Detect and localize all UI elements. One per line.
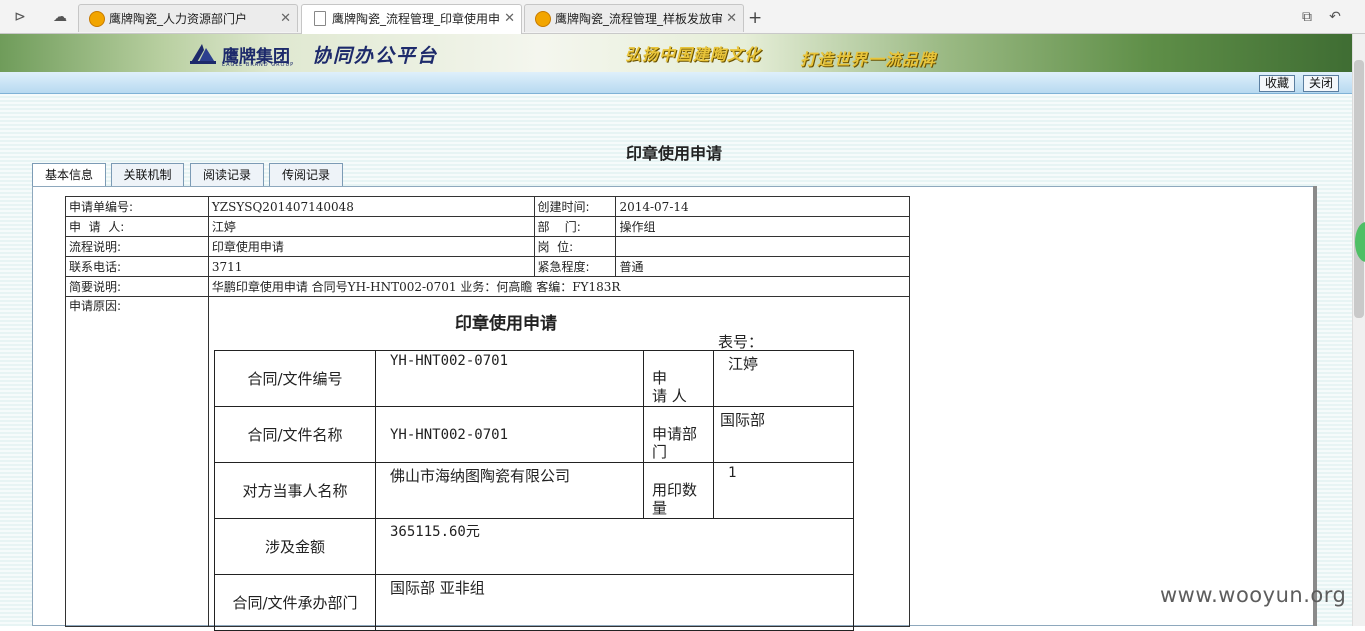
table-row: 对方当事人名称 佛山市海纳图陶瓷有限公司 用印数量 1 xyxy=(214,462,854,519)
request-no-label: 申请单编号: xyxy=(65,196,209,217)
site-favicon-icon xyxy=(535,11,551,27)
form-title: 印章使用申请 xyxy=(455,314,557,334)
table-row: 申 请 人: 江婷 部 门: 操作组 xyxy=(65,216,910,237)
urgency-label: 紧急程度: xyxy=(533,256,617,277)
new-tab-button[interactable]: + xyxy=(748,8,762,28)
amount-label: 涉及金额 xyxy=(214,518,376,575)
close-tab-icon[interactable]: ✕ xyxy=(280,5,291,32)
table-row: 涉及金额 365115.60元 xyxy=(214,518,854,575)
browser-tab-seal-request[interactable]: 鹰牌陶瓷_流程管理_印章使用申 ✕ xyxy=(301,4,522,34)
browser-tab-title: 鹰牌陶瓷_人力资源部门户 xyxy=(109,12,248,26)
summary-label: 简要说明: xyxy=(65,276,209,297)
flow-value: 印章使用申请 xyxy=(207,236,535,257)
tab-circulation-records[interactable]: 传阅记录 xyxy=(269,163,343,187)
undo-icon[interactable]: ↶ xyxy=(1325,8,1345,26)
cloud-icon[interactable]: ☁ xyxy=(50,8,70,26)
tab-linked-mechanism[interactable]: 关联机制 xyxy=(111,163,184,187)
seal-request-form: 合同/文件编号 YH-HNT002-0701 申 请 人 江婷 合同/文件名称 … xyxy=(214,350,854,631)
contract-name-label: 合同/文件名称 xyxy=(214,406,376,463)
scrollbar-thumb[interactable] xyxy=(1354,60,1364,318)
applicant-label: 申 请 人: xyxy=(65,216,209,237)
apply-dept-value: 国际部 xyxy=(713,406,854,463)
browser-tab-bar: ⊳ ☁ 鹰牌陶瓷_人力资源部门户 ✕ 鹰牌陶瓷_流程管理_印章使用申 ✕ 鹰牌陶… xyxy=(0,0,1365,34)
tab-basic-info[interactable]: 基本信息 xyxy=(32,163,106,187)
site-favicon-icon xyxy=(89,11,105,27)
slogan-right: 打造世界一流品牌 xyxy=(800,50,937,69)
handling-dept-value: 国际部 亚非组 xyxy=(375,574,854,631)
page-title: 印章使用申请 xyxy=(625,144,722,163)
urgency-value: 普通 xyxy=(615,256,910,277)
toolbar-strip xyxy=(0,72,1352,94)
dept-label: 部 门: xyxy=(533,216,617,237)
panel-shadow xyxy=(1313,186,1317,626)
created-label: 创建时间: xyxy=(533,196,617,217)
contract-no-value: YH-HNT002-0701 xyxy=(375,350,644,407)
table-row: 联系电话: 3711 紧急程度: 普通 xyxy=(65,256,910,277)
table-row: 合同/文件名称 YH-HNT002-0701 申请部门 国际部 xyxy=(214,406,854,463)
tab-read-records[interactable]: 阅读记录 xyxy=(190,163,264,187)
table-row: 申请单编号: YZSYSQ201407140048 创建时间: 2014-07-… xyxy=(65,196,910,217)
contract-no-label: 合同/文件编号 xyxy=(214,350,376,407)
contract-name-value: YH-HNT002-0701 xyxy=(375,406,644,463)
close-tab-icon[interactable]: ✕ xyxy=(504,5,515,33)
eagle-logo-icon xyxy=(190,44,216,64)
amount-value: 365115.60元 xyxy=(375,518,854,575)
table-row: 简要说明: 华鹏印章使用申请 合同号YH-HNT002-0701 业务：何高瞻 … xyxy=(65,276,911,297)
company-logo-subtext: EAGLE BRAND GROUP xyxy=(222,62,295,68)
seal-qty-value: 1 xyxy=(713,462,854,519)
handling-dept-label: 合同/文件承办部门 xyxy=(214,574,376,631)
phone-label: 联系电话: xyxy=(65,256,209,277)
post-label: 岗 位: xyxy=(533,236,617,257)
applicant-value: 江婷 xyxy=(207,216,535,237)
close-tab-icon[interactable]: ✕ xyxy=(726,5,737,32)
phone-value: 3711 xyxy=(207,256,535,277)
document-icon xyxy=(314,11,326,26)
dept-value: 操作组 xyxy=(615,216,910,237)
browser-tab-sample-approval[interactable]: 鹰牌陶瓷_流程管理_样板发放审 ✕ xyxy=(524,4,744,32)
form-applicant-label: 申 请 人 xyxy=(643,350,714,407)
browser-tab-title: 鹰牌陶瓷_流程管理_样板发放审 xyxy=(555,12,724,26)
seal-qty-label: 用印数量 xyxy=(643,462,714,519)
site-banner: 鹰牌集团 EAGLE BRAND GROUP 协同办公平台 弘扬中国建陶文化 打… xyxy=(0,34,1352,72)
summary-value: 华鹏印章使用申请 合同号YH-HNT002-0701 业务：何高瞻 客编：FY1… xyxy=(207,276,911,297)
party-label: 对方当事人名称 xyxy=(214,462,376,519)
tab-list-icon[interactable]: ⧉ xyxy=(1297,8,1317,26)
form-applicant-value: 江婷 xyxy=(713,350,854,407)
table-row: 合同/文件编号 YH-HNT002-0701 申 请 人 江婷 xyxy=(214,350,854,407)
created-value: 2014-07-14 xyxy=(615,196,910,217)
browser-tab-title: 鹰牌陶瓷_流程管理_印章使用申 xyxy=(332,12,501,26)
apply-dept-label: 申请部门 xyxy=(643,406,714,463)
platform-title: 协同办公平台 xyxy=(312,45,439,67)
close-button[interactable]: 关闭 xyxy=(1303,75,1340,92)
form-number-label: 表号： xyxy=(718,333,764,351)
slogan-left: 弘扬中国建陶文化 xyxy=(625,45,762,64)
favorite-button[interactable]: 收藏 xyxy=(1259,75,1296,92)
sidebar-toggle-icon[interactable]: ⊳ xyxy=(10,8,30,26)
party-value: 佛山市海纳图陶瓷有限公司 xyxy=(375,462,644,519)
request-no-value: YZSYSQ201407140048 xyxy=(207,196,535,217)
reason-label: 申请原因: xyxy=(65,296,209,627)
table-row: 流程说明: 印章使用申请 岗 位: xyxy=(65,236,910,257)
flow-label: 流程说明: xyxy=(65,236,209,257)
table-row: 合同/文件承办部门 国际部 亚非组 xyxy=(214,574,854,631)
browser-tab-hr-portal[interactable]: 鹰牌陶瓷_人力资源部门户 ✕ xyxy=(78,4,298,32)
watermark: www.wooyun.org xyxy=(1160,583,1347,607)
post-value xyxy=(615,236,910,257)
